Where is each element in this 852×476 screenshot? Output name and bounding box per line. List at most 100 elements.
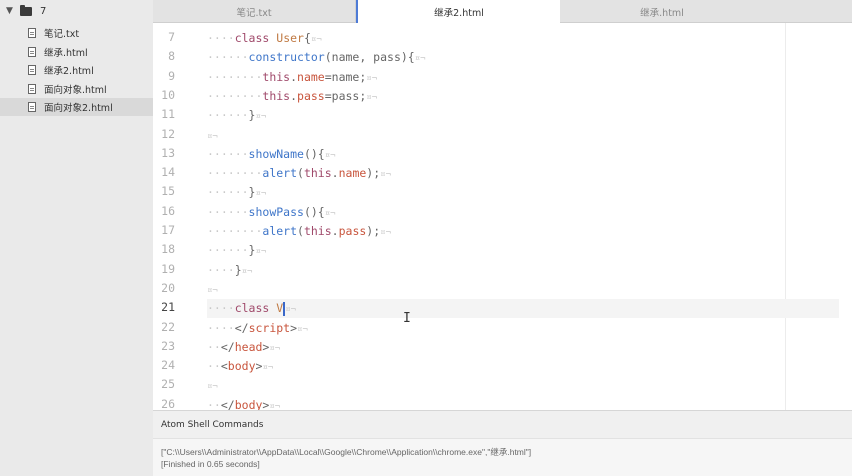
code-line[interactable]: ······showPass(){¤¬ — [207, 203, 336, 222]
code-line[interactable]: ······}¤¬ — [207, 106, 266, 125]
line-number: 21 — [161, 300, 175, 315]
current-line-highlight — [207, 299, 839, 319]
code-token: ¤¬ — [255, 112, 267, 123]
wrap-guide — [785, 23, 786, 410]
code-token: V — [276, 301, 284, 316]
code-line[interactable]: ··</head>¤¬ — [207, 338, 280, 357]
code-token: ( — [297, 166, 304, 181]
line-number: 26 — [161, 396, 175, 410]
project-root-folder[interactable]: ▼ 7 — [0, 0, 153, 22]
code-line[interactable]: ····</script>¤¬ — [207, 319, 308, 338]
chevron-down-icon[interactable]: ▼ — [6, 6, 15, 16]
code-token: ); — [366, 166, 381, 181]
code-token: ¤¬ — [262, 363, 274, 374]
code-token: alert — [262, 166, 298, 181]
line-number: 14 — [161, 165, 175, 180]
line-number: 24 — [161, 358, 175, 373]
file-icon — [28, 46, 36, 57]
code-line[interactable]: ······}¤¬ — [207, 241, 266, 260]
code-token: ······ — [207, 243, 249, 258]
code-token: pass — [297, 88, 325, 103]
code-token: ········ — [207, 166, 263, 181]
code-token: ¤¬ — [207, 131, 218, 142]
code-token: </ — [220, 339, 235, 354]
line-number: 10 — [161, 87, 175, 102]
code-line[interactable]: ····class V ¤¬ — [207, 299, 296, 318]
code-token: ···· — [207, 301, 235, 316]
code-token: . — [290, 88, 298, 103]
line-number: 18 — [161, 242, 175, 257]
tree-view: ▼ 7 笔记.txt 继承.html 继承2.html 面向对象.html 面向对象2.… — [0, 0, 153, 476]
code-token: this — [262, 88, 291, 103]
line-number: 8 — [168, 49, 175, 64]
line-number: 19 — [161, 261, 175, 276]
code-token: name — [338, 166, 367, 181]
file-label: 继承2.html — [44, 66, 94, 78]
code-line[interactable]: ········this.pass=pass;¤¬ — [207, 87, 377, 106]
code-token: ¤¬ — [255, 189, 267, 200]
sidebar-file-item[interactable]: 面向对象.html — [0, 80, 153, 98]
code-line[interactable]: ······showName(){¤¬ — [207, 145, 336, 164]
file-label: 面向对象2.html — [44, 103, 113, 115]
code-line[interactable]: ¤¬ — [207, 376, 218, 395]
code-line[interactable]: ······}¤¬ — [207, 183, 266, 202]
code-token: pass — [338, 224, 367, 238]
line-number: 16 — [161, 203, 175, 218]
tab-notes-txt[interactable]: 笔记.txt — [153, 0, 356, 23]
code-token: > — [290, 320, 298, 335]
code-token: ···· — [207, 31, 235, 45]
sidebar-file-item[interactable]: 面向对象2.html — [0, 98, 153, 117]
code-token: ·· — [207, 397, 221, 410]
code-token: </ — [234, 320, 249, 335]
code-token: ¤¬ — [285, 305, 297, 316]
tab-inherit-html[interactable]: 继承.html — [560, 0, 764, 23]
code-line[interactable]: ¤¬ — [207, 280, 218, 299]
code-line[interactable]: ······constructor(name, pass){¤¬ — [207, 48, 426, 67]
sidebar-file-item[interactable]: 笔记.txt — [0, 24, 153, 42]
code-token: </ — [220, 397, 235, 410]
code-token: ¤¬ — [380, 170, 391, 181]
code-line[interactable]: ··<body>¤¬ — [207, 357, 273, 376]
code-token: < — [220, 359, 228, 374]
tab-inherit2-html[interactable]: 继承2.html — [356, 0, 560, 24]
code-token: this — [303, 224, 332, 238]
code-token: ( — [297, 224, 304, 238]
code-token: ¤¬ — [269, 343, 281, 354]
code-line[interactable]: ¤¬ — [207, 126, 218, 145]
code-token: ¤¬ — [324, 208, 336, 219]
file-icon — [28, 65, 36, 76]
file-icon — [28, 83, 36, 94]
code-token: body — [227, 359, 256, 374]
code-editor[interactable]: 7 ····class User{¤¬ 8 ······constructor(nam… — [153, 23, 852, 410]
code-line[interactable]: ········alert(this.pass);¤¬ — [207, 222, 391, 241]
code-token: showName — [248, 146, 304, 161]
line-number: 7 — [168, 30, 175, 44]
output-line: ["C:\\Users\\Administrator\\AppData\\Loc… — [161, 447, 532, 457]
file-icon — [28, 28, 36, 38]
code-token: ¤¬ — [414, 54, 426, 65]
code-token: ¤¬ — [255, 247, 267, 258]
code-token: ¤¬ — [324, 150, 336, 161]
code-token: ¤¬ — [297, 324, 308, 335]
code-line[interactable]: ····}¤¬ — [207, 261, 252, 280]
code-token: } — [234, 262, 242, 277]
code-token: ¤¬ — [207, 285, 218, 296]
code-token: ¤¬ — [366, 73, 378, 84]
code-line[interactable]: ········this.name=name;¤¬ — [207, 68, 377, 87]
file-label: 笔记.txt — [44, 29, 80, 40]
output-panel-header: Atom Shell Commands — [153, 410, 852, 438]
code-token: { — [303, 31, 311, 45]
code-token: ¤¬ — [269, 401, 281, 410]
tab-bar: 笔记.txt 继承2.html 继承.html — [153, 0, 852, 24]
code-token: ······ — [207, 204, 249, 219]
sidebar-file-item[interactable]: 继承.html — [0, 43, 153, 61]
code-line[interactable]: ········alert(this.name);¤¬ — [207, 164, 391, 183]
code-line[interactable]: ··</body>¤¬ — [207, 396, 280, 410]
code-token: . — [331, 224, 339, 238]
code-token: ········ — [207, 88, 263, 103]
code-line[interactable]: ····class User{¤¬ — [207, 29, 322, 48]
line-number: 12 — [161, 126, 175, 141]
sidebar-file-item[interactable]: 继承2.html — [0, 61, 153, 79]
code-token: =pass; — [324, 88, 367, 103]
code-token: ¤¬ — [310, 35, 322, 45]
